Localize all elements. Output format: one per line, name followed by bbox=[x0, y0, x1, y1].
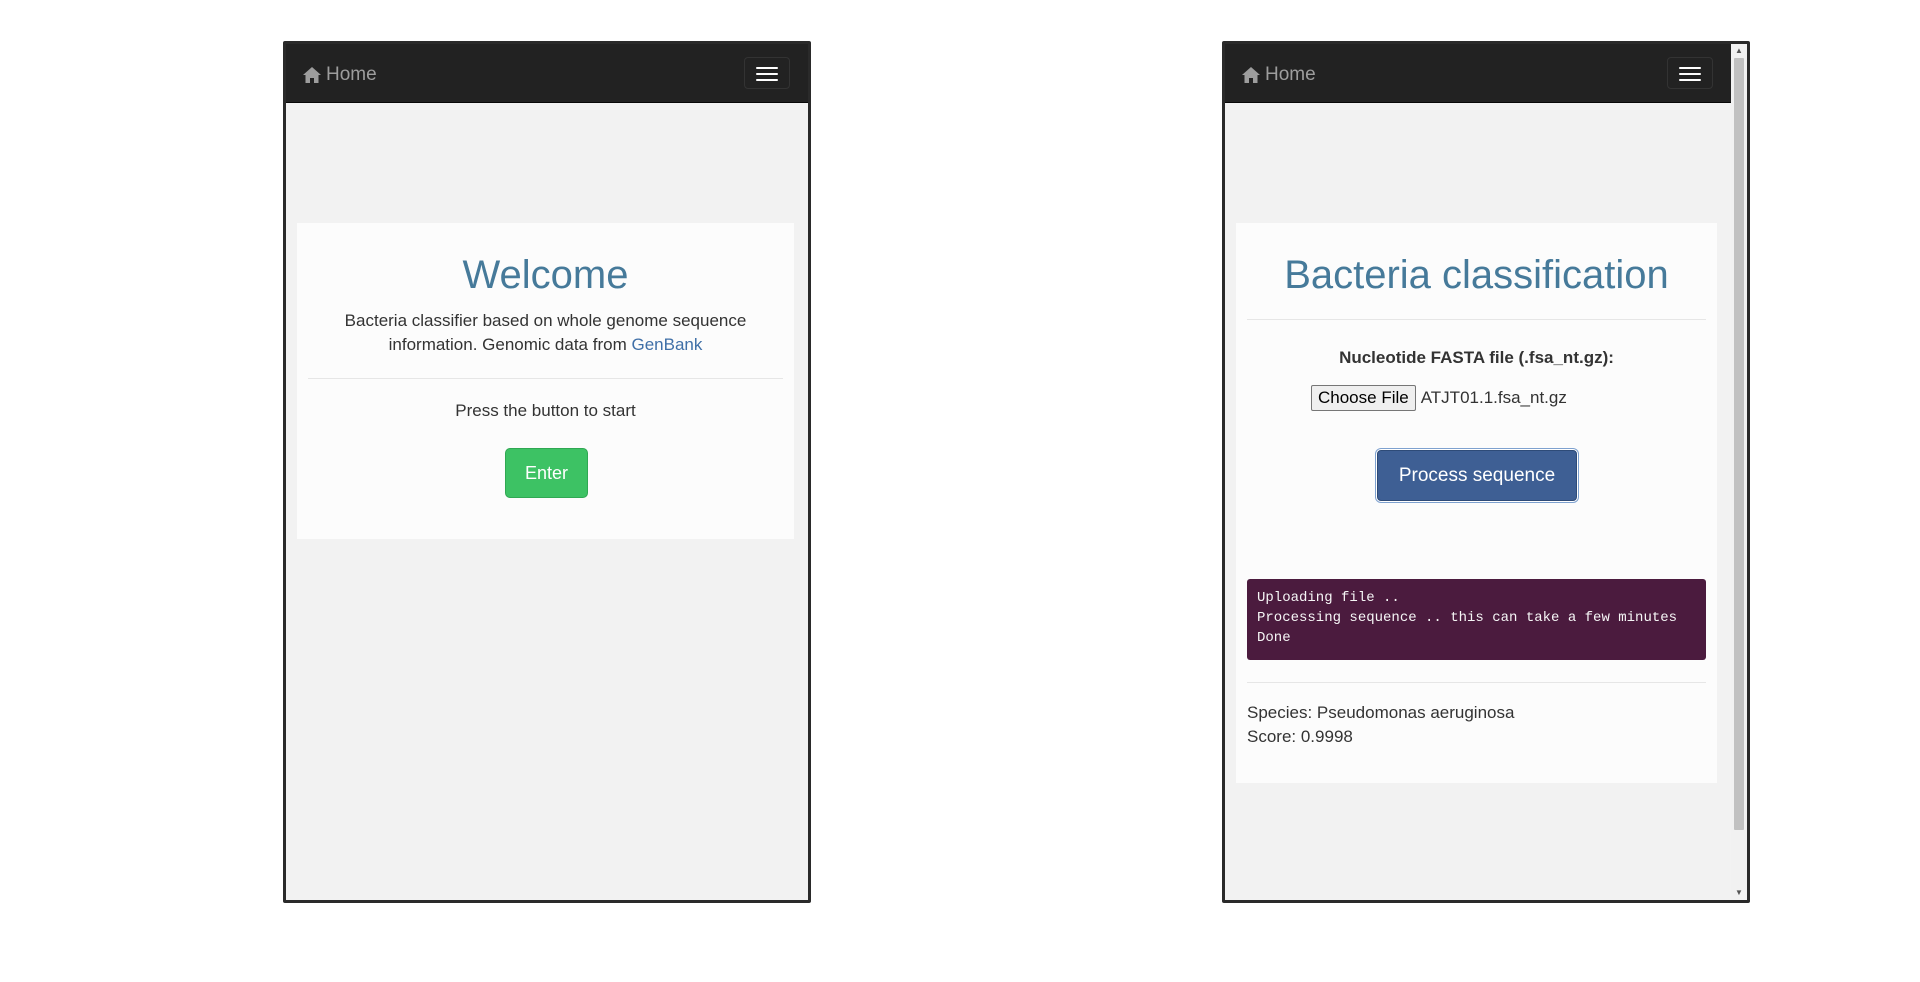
home-icon bbox=[303, 67, 321, 83]
left-device-frame: Home Welcome Bacteria classifier based o… bbox=[283, 41, 811, 903]
classification-card: Bacteria classification Nucleotide FASTA… bbox=[1236, 223, 1717, 783]
scroll-up-arrow-icon[interactable]: ▲ bbox=[1731, 44, 1747, 58]
home-link[interactable]: Home bbox=[1241, 64, 1316, 86]
hamburger-menu-icon bbox=[756, 67, 778, 69]
hamburger-menu-icon bbox=[1679, 67, 1701, 69]
status-console: Uploading file .. Processing sequence ..… bbox=[1247, 579, 1706, 660]
classification-result: Species: Pseudomonas aeruginosa Score: 0… bbox=[1247, 701, 1514, 749]
welcome-card: Welcome Bacteria classifier based on who… bbox=[297, 223, 794, 539]
process-sequence-button[interactable]: Process sequence bbox=[1377, 450, 1577, 501]
menu-toggle-button[interactable] bbox=[744, 57, 790, 89]
console-line: Done bbox=[1257, 630, 1291, 646]
choose-file-button[interactable]: Choose File bbox=[1311, 385, 1416, 411]
selected-file-name: ATJT01.1.fsa_nt.gz bbox=[1420, 388, 1567, 407]
console-line: Processing sequence .. this can take a f… bbox=[1257, 610, 1678, 626]
home-label: Home bbox=[326, 64, 377, 85]
left-screen: Home Welcome Bacteria classifier based o… bbox=[286, 44, 808, 900]
scroll-down-arrow-icon[interactable]: ▼ bbox=[1731, 886, 1747, 900]
welcome-description: Bacteria classifier based on whole genom… bbox=[327, 309, 764, 357]
score-result: Score: 0.9998 bbox=[1247, 727, 1353, 746]
console-line: Uploading file .. bbox=[1257, 590, 1400, 606]
divider bbox=[1247, 319, 1706, 320]
file-label: Nucleotide FASTA file (.fsa_nt.gz): bbox=[1339, 348, 1614, 367]
welcome-title: Welcome bbox=[462, 253, 629, 297]
home-link[interactable]: Home bbox=[302, 64, 377, 86]
start-prompt: Press the button to start bbox=[455, 401, 636, 420]
file-input[interactable]: Choose File ATJT01.1.fsa_nt.gz bbox=[1311, 385, 1567, 411]
right-navbar: Home bbox=[1225, 44, 1731, 103]
home-icon bbox=[1242, 67, 1260, 83]
right-screen: Home Bacteria classification Nucleotide … bbox=[1225, 44, 1747, 900]
genbank-link[interactable]: GenBank bbox=[631, 335, 702, 354]
right-device-frame: Home Bacteria classification Nucleotide … bbox=[1222, 41, 1750, 903]
classification-title: Bacteria classification bbox=[1284, 253, 1669, 297]
enter-button[interactable]: Enter bbox=[505, 448, 588, 498]
divider bbox=[308, 378, 783, 379]
vertical-scrollbar[interactable]: ▲ ▼ bbox=[1731, 44, 1747, 900]
species-result: Species: Pseudomonas aeruginosa bbox=[1247, 703, 1515, 722]
left-navbar: Home bbox=[286, 44, 808, 103]
scroll-thumb[interactable] bbox=[1734, 58, 1744, 830]
divider bbox=[1247, 682, 1706, 683]
menu-toggle-button[interactable] bbox=[1667, 57, 1713, 89]
home-label: Home bbox=[1265, 64, 1316, 85]
